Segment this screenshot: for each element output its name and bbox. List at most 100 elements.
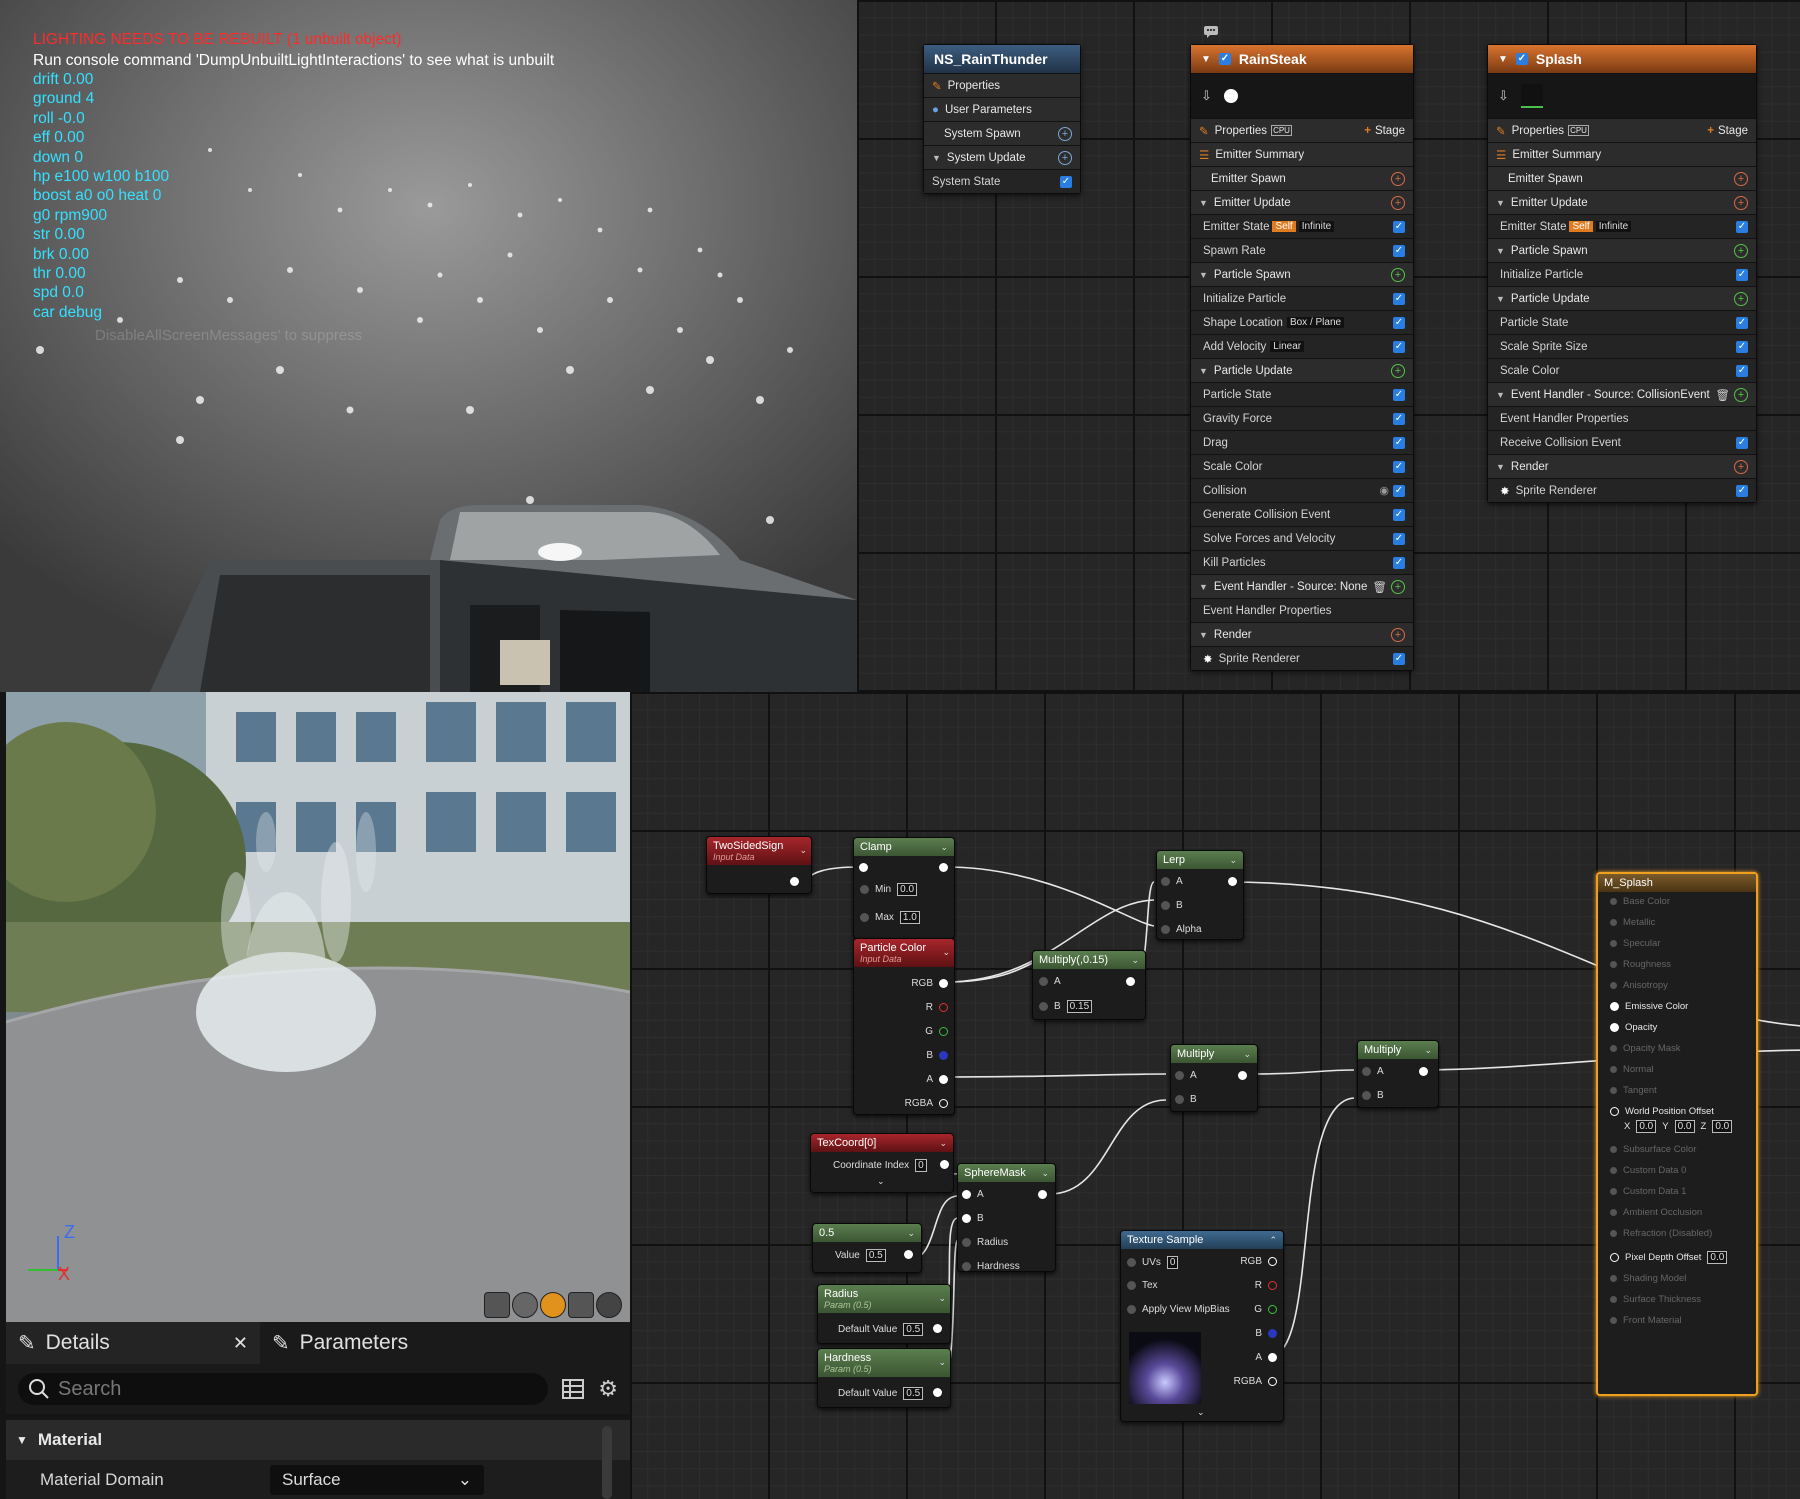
multiply-node-1[interactable]: Multiply ⌄ A B — [1170, 1044, 1258, 1112]
radius-default-field[interactable]: 0.5 — [903, 1323, 924, 1336]
collapse-icon[interactable]: ▼ — [1496, 198, 1505, 208]
wpo-z-field[interactable]: 0.0 — [1712, 1120, 1733, 1133]
chevron-down-icon[interactable]: ⌄ — [1243, 1049, 1251, 1060]
chevron-down-icon[interactable]: ⌄ — [942, 947, 950, 958]
table-view-icon[interactable] — [562, 1379, 585, 1399]
enabled-checkbox[interactable]: ✓ — [1060, 175, 1072, 188]
module-row[interactable]: ▼ Particle Update + — [1488, 286, 1756, 310]
module-row[interactable]: Solve Forces and Velocity ✓ — [1191, 526, 1413, 550]
collapse-icon[interactable]: ▼ — [1496, 390, 1505, 400]
teapot-icon[interactable] — [596, 1292, 622, 1318]
b-input-pin[interactable] — [1175, 1095, 1184, 1104]
material-input-pin[interactable]: Opacity — [1610, 1022, 1657, 1033]
alpha-input-pin[interactable] — [1161, 925, 1170, 934]
module-row[interactable]: Add Velocity Linear ✓ — [1191, 334, 1413, 358]
add-module-icon[interactable]: + — [1734, 243, 1748, 258]
a-input-pin[interactable] — [1039, 977, 1048, 986]
collapse-icon[interactable]: ▼ — [932, 153, 941, 163]
module-row[interactable]: Event Handler Properties — [1488, 406, 1756, 430]
enabled-checkbox[interactable]: ✓ — [1736, 268, 1748, 281]
chevron-down-icon[interactable]: ⌄ — [938, 1293, 946, 1304]
output-pin[interactable] — [940, 1160, 949, 1169]
particle-color-node[interactable]: Particle Color Input Data ⌄ RGB R G B A … — [853, 938, 955, 1115]
module-row[interactable]: Emitter State Self Infinite ✓ — [1191, 214, 1413, 238]
hardness-param-node[interactable]: Hardness Param (0.5) ⌄ Default Value 0.5 — [817, 1348, 951, 1408]
cube-icon[interactable] — [568, 1292, 594, 1318]
trash-icon[interactable]: 🗑 — [1715, 388, 1730, 402]
material-input-pin[interactable]: Subsurface Color — [1610, 1144, 1696, 1155]
module-row[interactable]: Scale Color ✓ — [1488, 358, 1756, 382]
enabled-checkbox[interactable]: ✓ — [1393, 220, 1405, 233]
settings-gear-icon[interactable]: ⚙ — [598, 1376, 618, 1402]
material-input-pin[interactable]: Custom Data 0 — [1610, 1165, 1686, 1176]
b-input-pin[interactable] — [962, 1214, 971, 1223]
material-input-pin[interactable]: Emissive Color — [1610, 1001, 1688, 1012]
system-node[interactable]: NS_RainThunder ✎ Properties ● User Paramet… — [923, 44, 1081, 194]
chevron-down-icon[interactable]: ⌄ — [907, 1228, 915, 1239]
enabled-checkbox[interactable]: ✓ — [1393, 340, 1405, 353]
add-module-icon[interactable]: + — [1058, 126, 1072, 141]
min-value-field[interactable]: 0.0 — [897, 883, 918, 896]
emitter-enabled-checkbox[interactable]: ✓ — [1218, 53, 1231, 65]
collapse-icon[interactable]: ▼ — [1201, 54, 1211, 65]
close-icon[interactable]: ✕ — [233, 1333, 248, 1354]
module-row[interactable]: Initialize Particle ✓ — [1191, 286, 1413, 310]
add-stage-icon[interactable]: + — [1364, 125, 1371, 137]
enabled-checkbox[interactable]: ✓ — [1736, 484, 1748, 497]
add-module-icon[interactable]: + — [1734, 387, 1748, 402]
multiply-015-node[interactable]: Multiply(,0.15) ⌄ A B 0.15 — [1032, 950, 1146, 1020]
material-input-pin[interactable]: Tangent — [1610, 1085, 1657, 1096]
module-row[interactable]: ▼ Emitter Update + — [1488, 190, 1756, 214]
tex-input-pin[interactable] — [1127, 1281, 1136, 1290]
rainsteak-emitter-node[interactable]: ▼ ✓ RainSteak ⇩ ✎ Properties CPU + Stage ☰ Emitt… — [1190, 44, 1414, 671]
collapse-icon[interactable]: ▼ — [1496, 462, 1505, 472]
enabled-checkbox[interactable]: ✓ — [1393, 508, 1405, 521]
module-row[interactable]: ▼ Event Handler - Source: None 🗑 + — [1191, 574, 1413, 598]
a-output-pin[interactable] — [1268, 1353, 1277, 1362]
module-row[interactable]: ▼ Particle Spawn + — [1488, 238, 1756, 262]
chevron-down-icon[interactable]: ⌄ — [1229, 855, 1237, 866]
trash-icon[interactable]: 🗑 — [1372, 580, 1387, 594]
add-module-icon[interactable]: + — [1391, 627, 1405, 642]
enabled-checkbox[interactable]: ✓ — [1393, 316, 1405, 329]
module-row[interactable]: ✸ Sprite Renderer ✓ — [1488, 478, 1756, 502]
material-input-pin[interactable]: Normal — [1610, 1064, 1654, 1075]
splash-emitter-node[interactable]: ▼ ✓ Splash ⇩ ✎ Properties CPU + Stage ☰ Emitter … — [1487, 44, 1757, 503]
module-row[interactable]: Receive Collision Event ✓ — [1488, 430, 1756, 454]
enabled-checkbox[interactable]: ✓ — [1736, 220, 1748, 233]
material-input-pin[interactable]: Refraction (Disabled) — [1610, 1228, 1712, 1239]
wpo-x-field[interactable]: 0.0 — [1636, 1120, 1657, 1133]
enabled-checkbox[interactable]: ✓ — [1736, 436, 1748, 449]
material-input-pin[interactable]: Ambient Occlusion — [1610, 1207, 1702, 1218]
a-input-pin[interactable] — [1175, 1071, 1184, 1080]
output-pin[interactable] — [939, 863, 948, 872]
lerp-node[interactable]: Lerp ⌄ A B Alpha — [1156, 850, 1244, 940]
texcoord-node[interactable]: TexCoord[0] ⌄ Coordinate Index 0 ⌄ — [810, 1133, 954, 1193]
chevron-down-icon[interactable]: ⌄ — [1424, 1045, 1432, 1056]
material-input-pin[interactable]: Roughness — [1610, 959, 1671, 970]
stage-button[interactable]: Stage — [1718, 125, 1748, 137]
enabled-checkbox[interactable]: ✓ — [1393, 292, 1405, 305]
hardness-default-field[interactable]: 0.5 — [903, 1387, 924, 1400]
material-category[interactable]: ▼ Material — [6, 1420, 630, 1460]
chevron-down-icon[interactable]: ⌄ — [1131, 955, 1139, 966]
add-module-icon[interactable]: + — [1391, 363, 1405, 378]
output-pin[interactable] — [1419, 1067, 1428, 1076]
chevron-down-icon[interactable]: ⌄ — [1041, 1168, 1049, 1179]
plane-icon[interactable] — [540, 1292, 566, 1318]
chevron-down-icon[interactable]: ⌄ — [799, 845, 807, 856]
add-stage-icon[interactable]: + — [1707, 125, 1714, 137]
module-row[interactable]: ▼ Event Handler - Source: CollisionEvent 🗑… — [1488, 382, 1756, 406]
chevron-up-icon[interactable]: ⌃ — [1269, 1235, 1277, 1246]
collapse-icon[interactable]: ▼ — [1199, 270, 1208, 280]
module-row[interactable]: Spawn Rate ✓ — [1191, 238, 1413, 262]
spheremask-node[interactable]: SphereMask ⌄ A B Radius Hardness — [957, 1163, 1056, 1272]
enabled-checkbox[interactable]: ✓ — [1736, 340, 1748, 353]
b-input-pin[interactable] — [1039, 1002, 1048, 1011]
module-row[interactable]: Emitter Spawn + — [1488, 166, 1756, 190]
emitter-enabled-checkbox[interactable]: ✓ — [1515, 53, 1528, 65]
niagara-system-overview[interactable]: NS_RainThunder ✎ Properties ● User Paramet… — [857, 0, 1800, 692]
module-row[interactable]: Scale Color ✓ — [1191, 454, 1413, 478]
r-output-pin[interactable] — [1268, 1281, 1277, 1290]
mipbias-input-pin[interactable] — [1127, 1305, 1136, 1314]
